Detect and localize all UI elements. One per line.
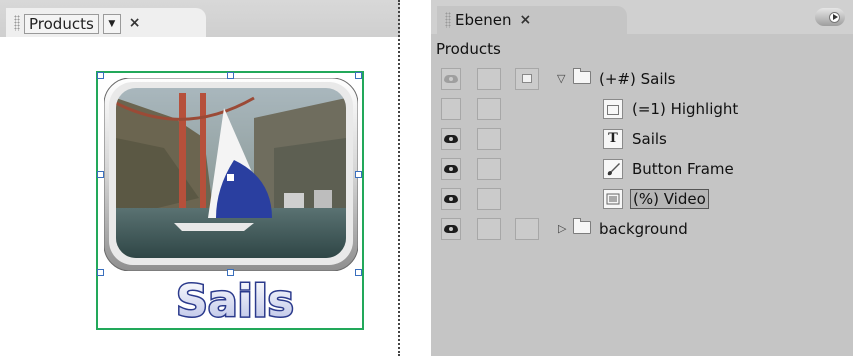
video-layer-icon [603, 189, 623, 209]
divider [398, 0, 400, 356]
layer-name[interactable]: (%) Video [630, 189, 709, 209]
folder-icon [573, 68, 591, 84]
visibility-toggle[interactable] [441, 188, 461, 210]
text-layer-icon: T [603, 129, 623, 149]
layer-row[interactable]: T Sails [431, 124, 853, 154]
document-tab-bar: Products ▼ × [0, 0, 400, 37]
layer-name[interactable]: Button Frame [632, 160, 734, 178]
eye-icon [444, 195, 458, 203]
image-layer-icon [603, 99, 623, 119]
layer-list: ▽ (+#) Sails (=1) Highlight T Sails Butt… [431, 64, 853, 244]
layer-row[interactable]: (=1) Highlight [431, 94, 853, 124]
lock-toggle[interactable] [477, 98, 501, 120]
expand-triangle-icon[interactable]: ▷ [558, 222, 566, 235]
folder-icon [573, 218, 591, 234]
layers-tab-bar: Ebenen × [431, 0, 853, 34]
resize-handle-mr[interactable] [355, 171, 362, 178]
layers-panel: Ebenen × Products ▽ (+#) Sails (=1) High… [431, 0, 853, 356]
resize-handle-bl[interactable] [97, 269, 104, 276]
layer-row[interactable]: (%) Video [431, 184, 853, 214]
layers-tab-label[interactable]: Ebenen [455, 11, 511, 34]
layer-name[interactable]: Sails [632, 130, 667, 148]
flyout-menu-icon[interactable] [829, 12, 840, 23]
eye-icon [444, 75, 458, 83]
eye-icon [444, 225, 458, 233]
lock-toggle[interactable] [477, 188, 501, 210]
collapse-triangle-icon[interactable]: ▽ [557, 72, 565, 85]
resize-handle-tl[interactable] [97, 72, 104, 79]
button-label-text[interactable]: Sails [170, 275, 300, 325]
layers-tab[interactable]: Ebenen × [437, 6, 627, 34]
document-tab[interactable]: Products ▼ × [6, 8, 206, 37]
lock-toggle[interactable] [477, 68, 501, 90]
resize-handle-ml[interactable] [97, 171, 104, 178]
visibility-toggle[interactable] [441, 68, 461, 90]
brush-icon [603, 159, 623, 179]
layer-row[interactable]: ▽ (+#) Sails [431, 64, 853, 94]
layer-option-cell[interactable] [515, 68, 539, 90]
video-frame-image[interactable] [104, 78, 358, 271]
resize-handle-br[interactable] [355, 269, 362, 276]
layer-name[interactable]: (+#) Sails [599, 70, 675, 88]
visibility-toggle[interactable] [441, 128, 461, 150]
panel-menu-button[interactable] [815, 8, 845, 26]
layer-row[interactable]: ▷ background [431, 214, 853, 244]
lock-toggle[interactable] [477, 128, 501, 150]
lock-toggle[interactable] [477, 218, 501, 240]
layer-row[interactable]: Button Frame [431, 154, 853, 184]
eye-icon [444, 165, 458, 173]
lock-toggle[interactable] [477, 158, 501, 180]
visibility-toggle[interactable] [441, 218, 461, 240]
layer-name[interactable]: (=1) Highlight [632, 100, 738, 118]
grip-icon[interactable] [14, 15, 20, 31]
resize-handle-tr[interactable] [355, 72, 362, 79]
tab-menu-button[interactable]: ▼ [102, 14, 121, 34]
document-tab-label[interactable]: Products [24, 14, 99, 34]
close-icon[interactable]: × [519, 11, 531, 34]
grip-icon[interactable] [445, 12, 451, 28]
sublayer-icon [522, 74, 532, 83]
sails-text: Sails [176, 276, 294, 325]
eye-icon [444, 135, 458, 143]
visibility-toggle[interactable] [441, 158, 461, 180]
visibility-toggle[interactable] [441, 98, 461, 120]
document-panel: Products ▼ × Sails [0, 0, 400, 356]
layer-option-cell[interactable] [515, 218, 539, 240]
layer-name[interactable]: background [599, 220, 688, 238]
layers-document-name: Products [436, 40, 501, 58]
close-icon[interactable]: × [129, 14, 141, 32]
resize-handle-tc[interactable] [227, 72, 234, 79]
